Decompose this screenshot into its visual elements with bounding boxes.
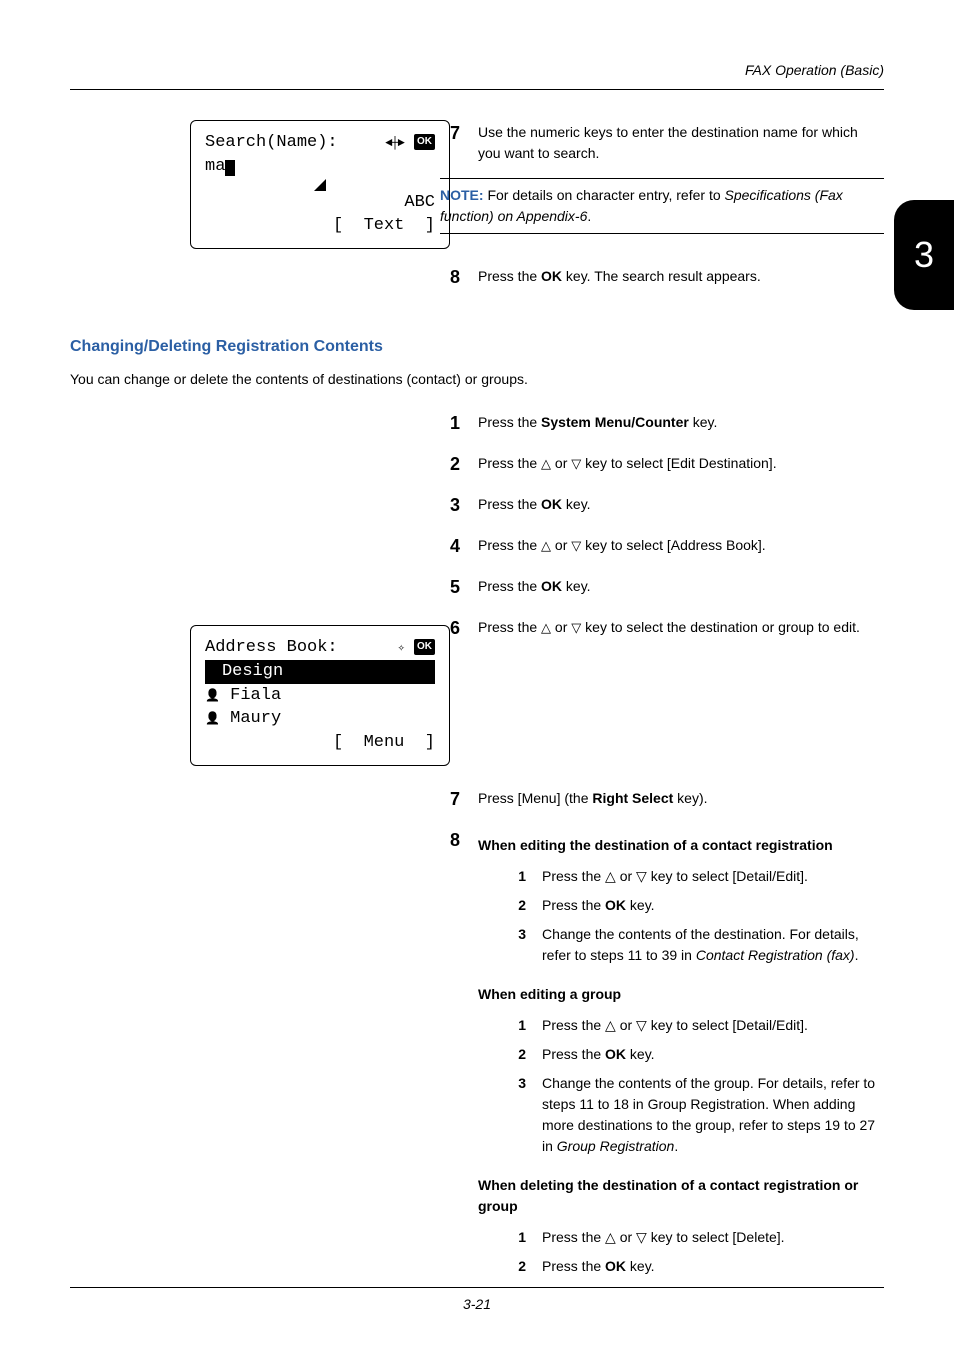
- step-number: 7: [440, 120, 460, 164]
- step-text: Press the: [478, 268, 541, 284]
- note-text: For details on character entry, refer to: [484, 187, 725, 203]
- person-icon: [205, 709, 220, 728]
- list-item: Maury: [205, 707, 435, 731]
- step-text: key. The search result appears.: [562, 268, 761, 284]
- lcd-title: Search(Name):: [205, 131, 338, 155]
- lcd-title: Address Book:: [205, 636, 338, 660]
- section-intro: You can change or delete the contents of…: [70, 369, 884, 390]
- up-triangle-icon: △: [605, 868, 616, 884]
- note-label: NOTE:: [440, 187, 484, 203]
- list-item: Fiala: [205, 684, 435, 708]
- lcd-icons: ✧ OK: [398, 636, 435, 660]
- step-number: 6: [440, 615, 460, 642]
- down-triangle-icon: ▽: [571, 620, 581, 635]
- key-name: OK: [541, 268, 562, 284]
- sub-heading: When deleting the destination of a conta…: [478, 1175, 884, 1217]
- lcd-softkey: [ Menu ]: [333, 731, 435, 755]
- down-triangle-icon: ▽: [636, 868, 647, 884]
- step-number: 7: [440, 786, 460, 813]
- person-icon: [205, 686, 220, 705]
- sub-heading: When editing a group: [478, 984, 884, 1005]
- lcd-search-box: Search(Name): ◄┼► OK ma ABC [ Text ]: [190, 120, 450, 249]
- step-number: 3: [440, 492, 460, 519]
- up-triangle-icon: △: [541, 538, 551, 553]
- lcd-softkey: [ Text ]: [333, 214, 435, 238]
- list-item-selected: Design: [205, 660, 435, 684]
- lcd-mode: ABC: [404, 191, 435, 215]
- step-text: Use the numeric keys to enter the destin…: [478, 120, 884, 164]
- page-footer: 3-21: [70, 1287, 884, 1315]
- section-heading: Changing/Deleting Registration Contents: [70, 335, 884, 359]
- signal-icon: [314, 179, 326, 191]
- group-icon: [207, 662, 222, 681]
- lcd-address-box: Address Book: ✧ OK Design Fiala Maury [ …: [190, 625, 450, 766]
- chapter-tab: 3: [894, 200, 954, 310]
- up-triangle-icon: △: [541, 620, 551, 635]
- step-number: 1: [440, 410, 460, 437]
- page-header: FAX Operation (Basic): [70, 60, 884, 90]
- step-number: 5: [440, 574, 460, 601]
- note-box: NOTE: For details on character entry, re…: [440, 178, 884, 234]
- step-number: 8: [440, 264, 460, 291]
- sub-heading: When editing the destination of a contac…: [478, 835, 884, 856]
- lcd-input: ma: [205, 157, 225, 176]
- down-triangle-icon: ▽: [636, 1017, 647, 1033]
- down-triangle-icon: ▽: [571, 538, 581, 553]
- lcd-icons: ◄┼► OK: [385, 131, 435, 155]
- step-number: 2: [440, 451, 460, 478]
- note-post: .: [587, 208, 591, 224]
- step-number: 4: [440, 533, 460, 560]
- down-triangle-icon: ▽: [571, 456, 581, 471]
- up-triangle-icon: △: [605, 1229, 616, 1245]
- down-triangle-icon: ▽: [636, 1229, 647, 1245]
- cursor-icon: [225, 160, 235, 176]
- step-number: 8: [440, 827, 460, 1285]
- up-triangle-icon: △: [605, 1017, 616, 1033]
- up-triangle-icon: △: [541, 456, 551, 471]
